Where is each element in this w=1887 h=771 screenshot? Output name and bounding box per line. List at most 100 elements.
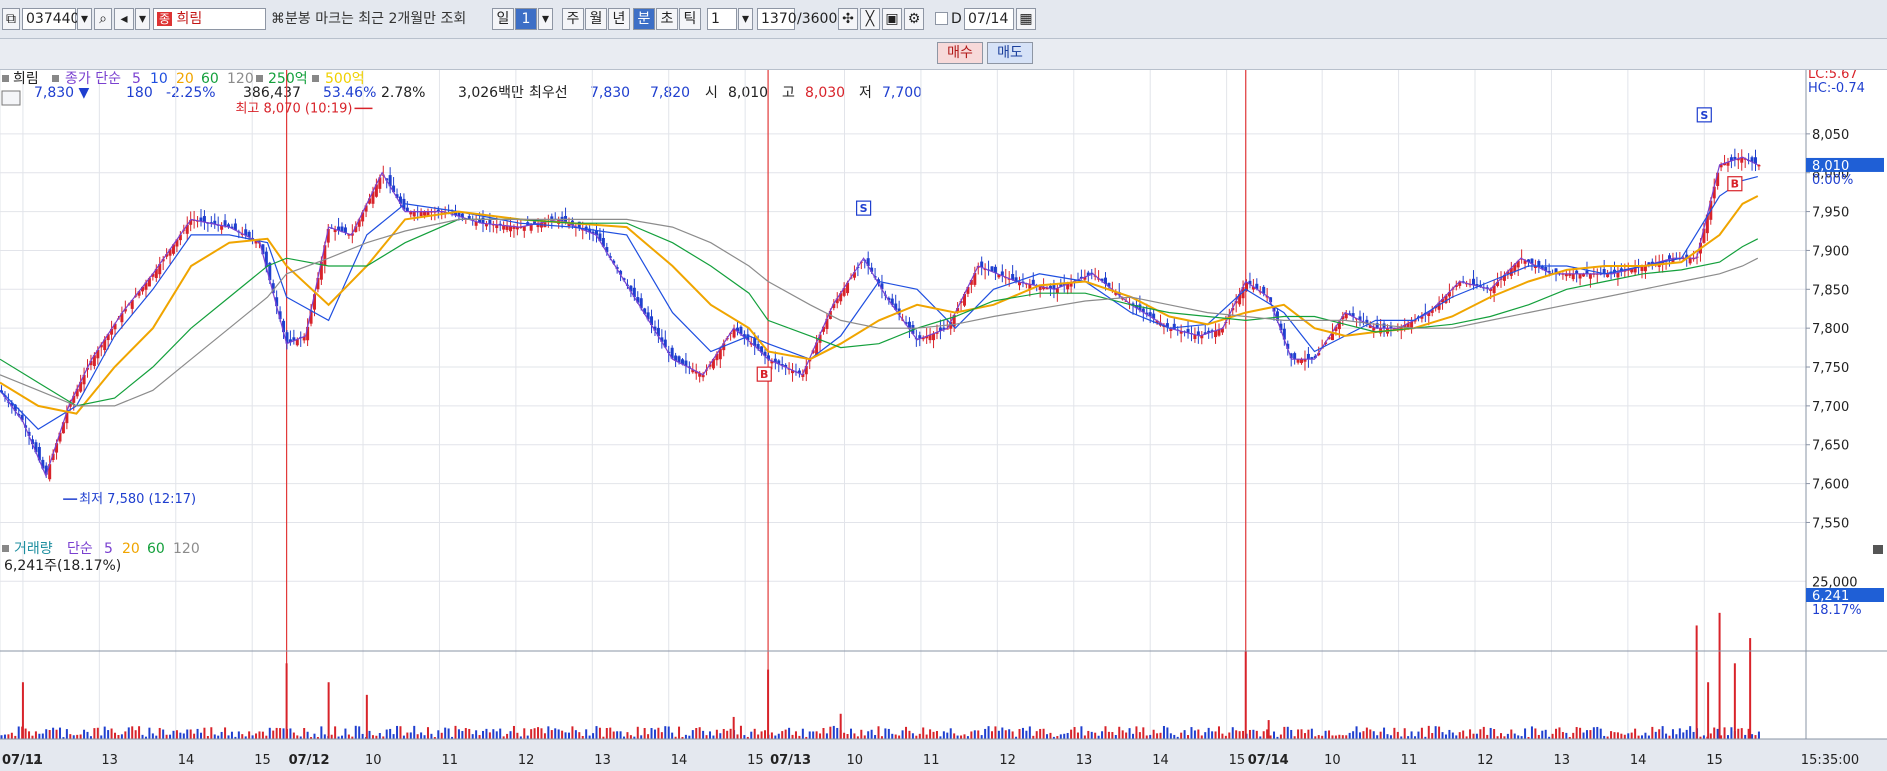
volume-bar: [1365, 727, 1368, 739]
volume-bar: [1307, 729, 1310, 739]
sound-icon[interactable]: ◂: [114, 8, 134, 30]
volume-bar: [482, 730, 485, 739]
volume-bar: [1066, 732, 1069, 739]
y-tick-label: 7,750: [1812, 361, 1849, 376]
crosshair-icon[interactable]: ✣: [838, 8, 858, 30]
sound-dropdown-icon[interactable]: ▾: [135, 8, 150, 30]
x-tick-label: 13: [1553, 753, 1570, 768]
volume-bar: [392, 734, 395, 739]
layout-icon[interactable]: ⧉: [2, 8, 20, 30]
volume-bar: [1599, 728, 1602, 739]
time-axis: [0, 739, 1887, 771]
volume-bar: [1070, 729, 1073, 739]
volume-bar: [292, 732, 295, 739]
volume-bar: [3, 734, 6, 739]
volume-bar: [825, 733, 828, 739]
volume-bar: [179, 732, 182, 739]
volume-bar: [991, 731, 994, 739]
volume-bar: [739, 725, 742, 739]
period-week-button[interactable]: 주: [562, 8, 584, 30]
count-input[interactable]: 1370: [757, 8, 797, 30]
period-second-button[interactable]: 초: [656, 8, 678, 30]
volume-bar: [1730, 727, 1733, 739]
date-input[interactable]: 07/14: [964, 8, 1014, 30]
volume-bar: [884, 728, 887, 739]
stock-code-input[interactable]: 037440: [22, 8, 79, 30]
volume-bar: [698, 727, 701, 739]
volume-bar: [554, 728, 557, 739]
volume-bar: [980, 735, 983, 739]
volume-bar: [935, 731, 938, 739]
volume-bar: [1420, 727, 1423, 739]
price-chart[interactable]: SBSB 8,0508,0007,9507,9007,8507,8007,750…: [0, 70, 1887, 771]
volume-bar: [457, 729, 460, 739]
period-minute-button[interactable]: 분: [633, 8, 655, 30]
volume-bar: [52, 727, 55, 739]
code-dropdown-icon[interactable]: ▾: [77, 8, 92, 30]
period-dropdown-icon[interactable]: ▾: [538, 8, 553, 30]
candle-body: [202, 216, 206, 223]
volume-bar: [413, 725, 416, 739]
volume-bar: [918, 733, 921, 739]
x-tick-label: 12: [25, 753, 42, 768]
table-icon[interactable]: [1, 90, 21, 106]
volume-bar: [495, 731, 498, 739]
candle-body: [1688, 258, 1692, 264]
period-month-button[interactable]: 월: [585, 8, 607, 30]
volume-bar: [1128, 728, 1131, 739]
volume-bar: [461, 731, 464, 739]
volume-spike: [1749, 638, 1752, 739]
volume-bar: [963, 734, 966, 739]
save-icon[interactable]: ▣: [882, 8, 902, 30]
pane-minimize-icon[interactable]: [1873, 545, 1883, 554]
volume-bar: [347, 734, 350, 739]
volume-bar: [447, 728, 450, 739]
period-tick-button[interactable]: 틱: [679, 8, 701, 30]
search-icon[interactable]: ⌕: [94, 8, 112, 30]
calendar-icon[interactable]: ▦: [1016, 8, 1036, 30]
period-n-button[interactable]: 1: [515, 8, 537, 30]
volume-bar: [887, 728, 890, 739]
volume-bar: [1499, 733, 1502, 739]
volume-bar: [1709, 733, 1712, 739]
settings-icon[interactable]: ⚙: [904, 8, 924, 30]
volume-bar: [1001, 727, 1004, 739]
stock-name-field[interactable]: 종 희림: [153, 8, 266, 30]
draw-tool-icon[interactable]: ╳: [860, 8, 880, 30]
legend-ma20: 20: [176, 71, 194, 87]
volume-bar: [492, 729, 495, 739]
volume-bar: [1451, 732, 1454, 739]
volume-bar: [1018, 729, 1021, 739]
volume-bar: [475, 730, 478, 739]
buy-button[interactable]: 매수: [937, 42, 983, 64]
volume-bar: [230, 731, 233, 739]
date-checkbox[interactable]: [935, 12, 948, 25]
volume-bar: [561, 730, 564, 739]
volume-bar: [946, 732, 949, 739]
sell-button[interactable]: 매도: [987, 42, 1033, 64]
volume-bar: [330, 734, 333, 739]
volume-bar: [378, 733, 381, 739]
volume-bar: [1651, 726, 1654, 739]
volume-bar: [1444, 734, 1447, 739]
volume-bar: [1114, 735, 1117, 739]
volume-legend-name: 거래량: [14, 541, 53, 557]
volume-bar: [1572, 732, 1575, 739]
ma-line-5: [0, 156, 1759, 478]
volume-bar: [399, 726, 402, 739]
volume-bar: [791, 734, 794, 739]
x-tick-label: 15: [254, 753, 271, 768]
volume-spike: [1733, 663, 1736, 739]
volume-bar: [1726, 735, 1729, 739]
period-day-button[interactable]: 일: [492, 8, 514, 30]
interval-dropdown-icon[interactable]: ▾: [738, 8, 753, 30]
volume-bar: [296, 735, 299, 739]
interval-select[interactable]: 1: [707, 8, 737, 30]
volume-bar: [341, 735, 344, 739]
volume-bar: [1324, 730, 1327, 739]
period-year-button[interactable]: 년: [608, 8, 630, 30]
volume-bar: [279, 728, 282, 739]
volume-bar: [1665, 733, 1668, 739]
volume-bar: [385, 729, 388, 739]
legend-ma5: 5: [132, 71, 141, 87]
